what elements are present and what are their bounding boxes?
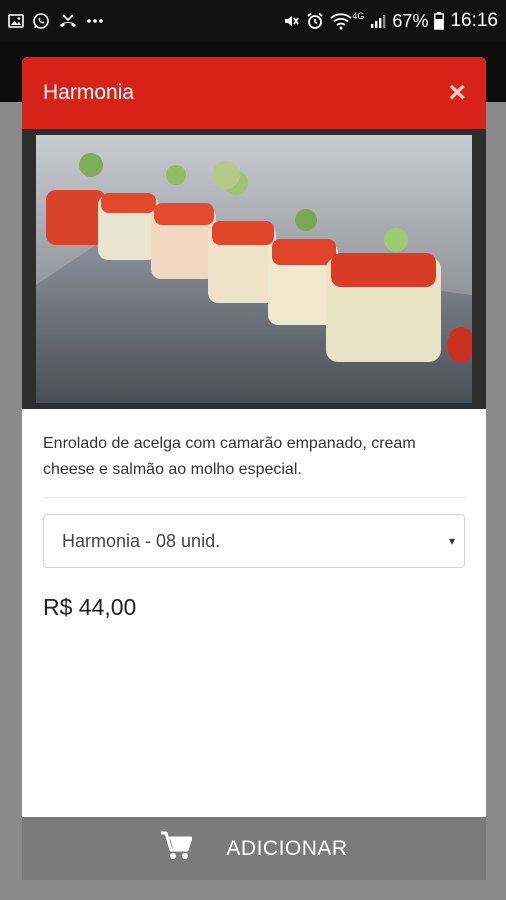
- divider: [43, 497, 465, 498]
- modal-title: Harmonia: [43, 81, 135, 104]
- battery-percent: 67%: [392, 10, 429, 31]
- wifi-icon: [330, 12, 352, 30]
- status-bar: 4G 67% 16:16: [0, 0, 506, 42]
- battery-icon: [434, 12, 445, 30]
- image-icon: [8, 13, 24, 29]
- missed-call-icon: [58, 13, 78, 29]
- alarm-icon: [306, 12, 324, 30]
- close-button[interactable]: ×: [448, 78, 466, 108]
- chevron-down-icon: ▾: [448, 534, 455, 548]
- cart-icon: [160, 831, 193, 867]
- size-select-value: Harmonia - 08 unid.: [62, 530, 221, 551]
- whatsapp-icon: [32, 12, 50, 30]
- modal-body: Enrolado de acelga com camarão empanado,…: [22, 409, 486, 621]
- mute-icon: [282, 12, 300, 30]
- add-button-label: ADICIONAR: [226, 836, 348, 860]
- product-description: Enrolado de acelga com camarão empanado,…: [43, 435, 416, 478]
- more-dots-icon: [86, 18, 104, 24]
- modal-header: Harmonia ×: [22, 57, 486, 129]
- product-image: [36, 135, 472, 403]
- status-system: 4G 67% 16:16: [282, 10, 498, 32]
- add-to-cart-button[interactable]: ADICIONAR: [22, 817, 486, 880]
- status-notifications: [8, 12, 104, 30]
- signal-icon: [370, 13, 386, 29]
- network-type: 4G: [352, 11, 365, 21]
- product-modal: Harmonia × Enrolado de acelga com camarã…: [22, 57, 486, 880]
- product-image-frame: [22, 129, 486, 409]
- size-select[interactable]: Harmonia - 08 unid. ▾: [43, 514, 465, 568]
- product-price: R$ 44,00: [43, 594, 137, 620]
- clock-time: 16:16: [450, 10, 498, 31]
